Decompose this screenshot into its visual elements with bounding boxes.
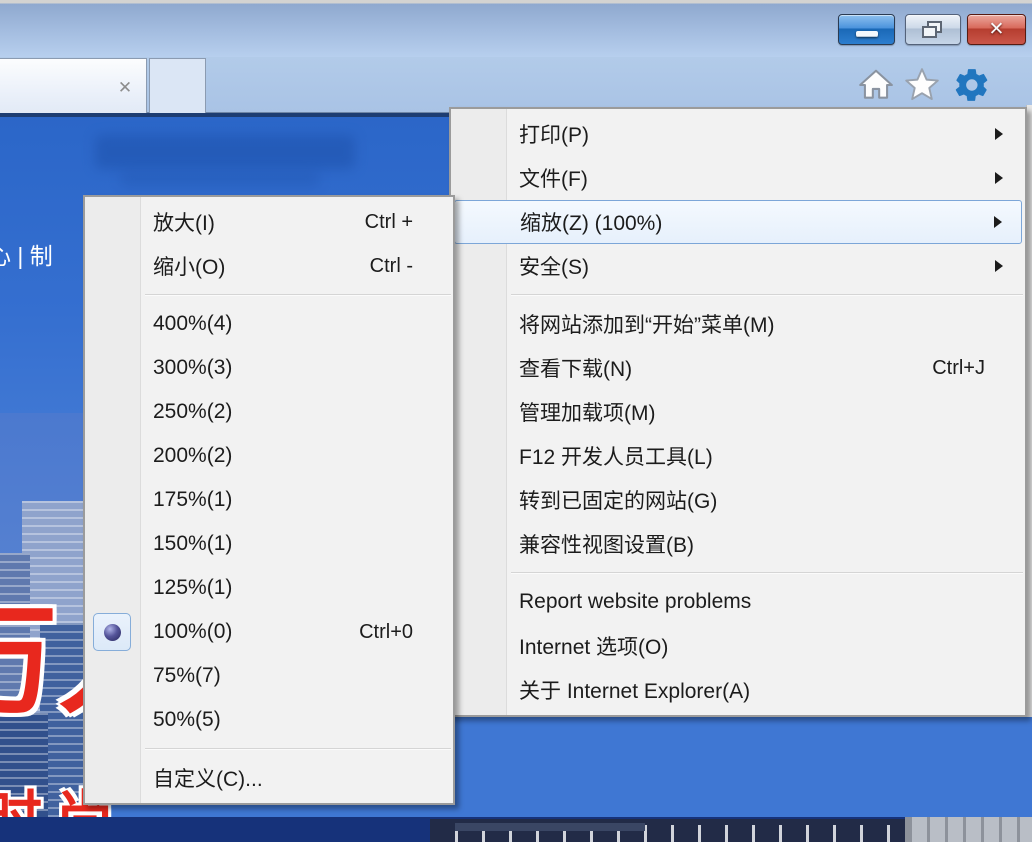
window-titlebar: ✕ xyxy=(0,0,1032,57)
submenu-arrow-icon xyxy=(994,216,1002,228)
menu-item-manage-addons[interactable]: 管理加载项(M) xyxy=(451,390,1025,434)
browser-tab[interactable]: ✕ xyxy=(0,58,147,113)
new-tab-button[interactable] xyxy=(149,58,206,113)
restore-button[interactable] xyxy=(905,14,961,45)
menu-item-zoom[interactable]: 缩放(Z) (100%) xyxy=(454,200,1022,244)
menu-item-about-ie[interactable]: 关于 Internet Explorer(A) xyxy=(451,668,1025,712)
zoom-item-175[interactable]: 175%(1) xyxy=(85,478,453,522)
submenu-arrow-icon xyxy=(995,260,1003,272)
shortcut-label: Ctrl + xyxy=(365,211,413,234)
zoom-item-100[interactable]: 100%(0) Ctrl+0 xyxy=(85,610,453,654)
restore-icon xyxy=(906,15,960,44)
shortcut-label: Ctrl - xyxy=(370,255,413,278)
close-button[interactable]: ✕ xyxy=(967,14,1026,45)
submenu-arrow-icon xyxy=(995,172,1003,184)
close-icon: ✕ xyxy=(968,18,1025,41)
minimize-button[interactable] xyxy=(838,14,895,45)
menu-item-f12-tools[interactable]: F12 开发人员工具(L) xyxy=(451,434,1025,478)
zoom-item-50[interactable]: 50%(5) xyxy=(85,698,453,742)
zoom-submenu: 放大(I) Ctrl + 缩小(O) Ctrl - 400%(4) 300%(3… xyxy=(83,195,455,805)
page-banner-art xyxy=(95,135,355,169)
menu-item-add-to-start[interactable]: 将网站添加到“开始”菜单(M) xyxy=(451,302,1025,346)
photo-marina-building-light xyxy=(905,817,1032,842)
page-banner-art xyxy=(120,171,320,187)
menu-item-file[interactable]: 文件(F) xyxy=(451,156,1025,200)
tools-gear-icon[interactable] xyxy=(952,66,992,104)
page-nav-text-fragment: 心 | 制 xyxy=(0,237,53,271)
tab-bar: ✕ xyxy=(0,57,1032,113)
zoom-item-zoom-out[interactable]: 缩小(O) Ctrl - xyxy=(85,244,453,288)
menu-item-report-problems[interactable]: Report website problems xyxy=(451,580,1025,624)
zoom-item-zoom-in[interactable]: 放大(I) Ctrl + xyxy=(85,200,453,244)
menu-item-pinned-sites[interactable]: 转到已固定的网站(G) xyxy=(451,478,1025,522)
menu-item-safety[interactable]: 安全(S) xyxy=(451,244,1025,288)
menu-item-internet-options[interactable]: Internet 选项(O) xyxy=(451,624,1025,668)
favorites-star-icon[interactable] xyxy=(902,66,942,104)
menu-separator xyxy=(145,294,451,296)
zoom-item-400[interactable]: 400%(4) xyxy=(85,302,453,346)
zoom-item-150[interactable]: 150%(1) xyxy=(85,522,453,566)
shortcut-label: Ctrl+0 xyxy=(359,621,413,644)
photo-marina xyxy=(0,817,1032,842)
radio-selected-icon xyxy=(93,613,131,651)
tools-menu: 打印(P) 文件(F) 缩放(Z) (100%) 安全(S) 将网站添加到“开始… xyxy=(449,107,1027,717)
minimize-icon xyxy=(856,31,878,37)
zoom-item-custom[interactable]: 自定义(C)... xyxy=(85,756,453,800)
zoom-item-75[interactable]: 75%(7) xyxy=(85,654,453,698)
submenu-arrow-icon xyxy=(995,128,1003,140)
menu-item-compatibility-view[interactable]: 兼容性视图设置(B) xyxy=(451,522,1025,566)
menu-separator xyxy=(511,572,1023,574)
home-icon[interactable] xyxy=(856,66,896,104)
menu-item-view-downloads[interactable]: 查看下载(N) Ctrl+J xyxy=(451,346,1025,390)
shortcut-label: Ctrl+J xyxy=(932,357,985,380)
zoom-item-200[interactable]: 200%(2) xyxy=(85,434,453,478)
menu-separator xyxy=(145,748,451,750)
menu-item-print[interactable]: 打印(P) xyxy=(451,112,1025,156)
zoom-item-300[interactable]: 300%(3) xyxy=(85,346,453,390)
zoom-item-125[interactable]: 125%(1) xyxy=(85,566,453,610)
menu-separator xyxy=(511,294,1023,296)
tab-close-icon[interactable]: ✕ xyxy=(114,77,136,99)
photo-marina-pergola xyxy=(455,823,645,831)
zoom-item-250[interactable]: 250%(2) xyxy=(85,390,453,434)
